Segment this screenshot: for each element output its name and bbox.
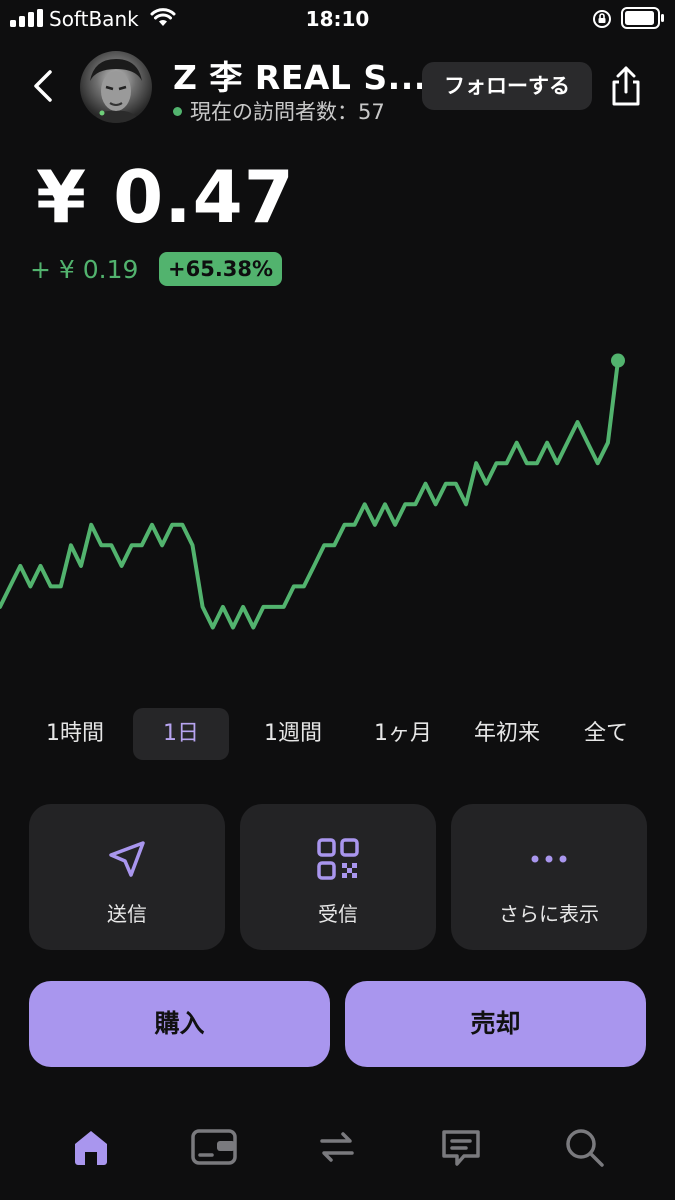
- back-button[interactable]: [26, 66, 60, 106]
- nav-home[interactable]: [66, 1122, 116, 1172]
- visitor-count-text: 現在の訪問者数：57: [190, 100, 385, 124]
- more-icon: [531, 855, 567, 863]
- rotation-lock-icon: [593, 10, 611, 28]
- search-icon: [566, 1129, 604, 1167]
- visitor-count: 現在の訪問者数：57: [173, 96, 385, 126]
- avatar[interactable]: [80, 51, 152, 123]
- tab-ytd[interactable]: 年初来: [446, 708, 568, 760]
- tab-1d[interactable]: 1日: [133, 708, 229, 760]
- price-change: + ¥ 0.19: [30, 255, 139, 284]
- status-bar: SoftBank 18:10: [0, 0, 675, 38]
- buy-button[interactable]: 購入: [29, 981, 330, 1067]
- tab-1m[interactable]: 1ヶ月: [348, 708, 458, 760]
- receive-label: 受信: [318, 902, 358, 926]
- qr-code-icon: [317, 838, 359, 880]
- wallet-icon: [191, 1129, 237, 1165]
- receive-button[interactable]: 受信: [240, 804, 436, 950]
- follow-button[interactable]: フォローする: [422, 62, 592, 110]
- chat-icon: [442, 1130, 480, 1166]
- nav-search[interactable]: [559, 1122, 609, 1172]
- swap-icon: [320, 1132, 354, 1162]
- more-button[interactable]: さらに表示: [451, 804, 647, 950]
- send-icon: [109, 841, 145, 877]
- battery-icon: [621, 7, 664, 29]
- nav-swap[interactable]: [312, 1122, 362, 1172]
- send-label: 送信: [107, 902, 147, 926]
- timeframe-tabs: 1時間 1日 1週間 1ヶ月 年初来 全て: [16, 708, 659, 760]
- nav-chat[interactable]: [436, 1122, 486, 1172]
- send-button[interactable]: 送信: [29, 804, 225, 950]
- price-chart[interactable]: [0, 330, 675, 660]
- current-price: ¥ 0.47: [36, 155, 295, 239]
- price-line: [0, 358, 620, 630]
- clock: 18:10: [305, 7, 370, 31]
- share-icon[interactable]: [606, 64, 646, 108]
- nav-wallet[interactable]: [189, 1122, 239, 1172]
- more-label: さらに表示: [499, 902, 599, 926]
- page-title: Z 李 REAL S...: [173, 58, 427, 97]
- latest-price-point: [611, 353, 625, 368]
- home-icon: [75, 1131, 107, 1165]
- tab-all[interactable]: 全て: [556, 708, 656, 760]
- sell-button[interactable]: 売却: [345, 981, 646, 1067]
- price-change-percent-badge: +65.38%: [159, 252, 283, 286]
- tab-1w[interactable]: 1週間: [236, 708, 350, 760]
- live-indicator: [173, 106, 182, 116]
- tab-1h[interactable]: 1時間: [16, 708, 134, 760]
